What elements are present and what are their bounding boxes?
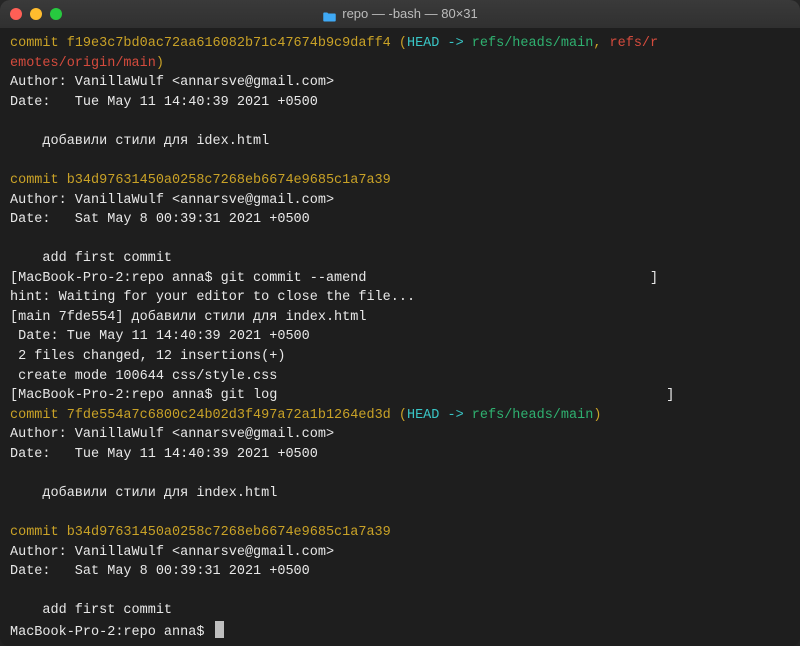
- cursor-block: [215, 621, 224, 638]
- prompt-bracket: ]: [650, 271, 658, 286]
- terminal-window: repo — -bash — 80×31 commit f19e3c7bd0ac…: [0, 0, 800, 646]
- branch-name: refs/heads/main: [472, 36, 594, 51]
- ref-sep: ,: [593, 36, 609, 51]
- zoom-icon[interactable]: [50, 8, 62, 20]
- shell-prompt: MacBook-Pro-2:repo anna$ git log: [18, 388, 277, 403]
- date-line: Date: Sat May 8 00:39:31 2021 +0500: [10, 564, 310, 579]
- head-label: HEAD ->: [407, 36, 472, 51]
- output-line: create mode 100644 css/style.css: [10, 369, 277, 384]
- commit-line: commit b34d97631450a0258c7268eb6674e9685…: [10, 173, 391, 188]
- remote-name: refs/r: [610, 36, 659, 51]
- traffic-lights: [10, 8, 62, 20]
- window-title-text: repo — -bash — 80×31: [342, 5, 478, 24]
- minimize-icon[interactable]: [30, 8, 42, 20]
- commit-line: commit f19e3c7bd0ac72aa616082b71c47674b9…: [10, 36, 391, 51]
- ref-close: ): [593, 408, 601, 423]
- terminal-body[interactable]: commit f19e3c7bd0ac72aa616082b71c47674b9…: [0, 28, 800, 646]
- shell-prompt: MacBook-Pro-2:repo anna$: [10, 625, 213, 640]
- author-line: Author: VanillaWulf <annarsve@gmail.com>: [10, 427, 334, 442]
- date-line: Date: Sat May 8 00:39:31 2021 +0500: [10, 212, 310, 227]
- output-line: Date: Tue May 11 14:40:39 2021 +0500: [10, 329, 310, 344]
- output-line: [main 7fde554] добавили стили для index.…: [10, 310, 366, 325]
- prompt-bracket: ]: [666, 388, 674, 403]
- titlebar: repo — -bash — 80×31: [0, 0, 800, 28]
- head-label: HEAD ->: [407, 408, 472, 423]
- folder-icon: [322, 9, 336, 20]
- shell-prompt: MacBook-Pro-2:repo anna$ git commit --am…: [18, 271, 366, 286]
- output-line: 2 files changed, 12 insertions(+): [10, 349, 285, 364]
- close-icon[interactable]: [10, 8, 22, 20]
- author-line: Author: VanillaWulf <annarsve@gmail.com>: [10, 545, 334, 560]
- author-line: Author: VanillaWulf <annarsve@gmail.com>: [10, 75, 334, 90]
- commit-message: add first commit: [10, 603, 172, 618]
- prompt-bracket: [: [10, 388, 18, 403]
- commit-message: добавили стили для index.html: [10, 486, 277, 501]
- window-title: repo — -bash — 80×31: [322, 5, 478, 24]
- ref-close: ): [156, 56, 164, 71]
- prompt-bracket: [: [10, 271, 18, 286]
- date-line: Date: Tue May 11 14:40:39 2021 +0500: [10, 95, 318, 110]
- remote-name: emotes/origin/main: [10, 56, 156, 71]
- commit-line: commit b34d97631450a0258c7268eb6674e9685…: [10, 525, 391, 540]
- commit-line: commit 7fde554a7c6800c24b02d3f497a72a1b1…: [10, 408, 391, 423]
- ref-open: (: [391, 408, 407, 423]
- author-line: Author: VanillaWulf <annarsve@gmail.com>: [10, 193, 334, 208]
- branch-name: refs/heads/main: [472, 408, 594, 423]
- ref-open: (: [391, 36, 407, 51]
- date-line: Date: Tue May 11 14:40:39 2021 +0500: [10, 447, 318, 462]
- commit-message: add first commit: [10, 251, 172, 266]
- commit-message: добавили стили для idex.html: [10, 134, 269, 149]
- hint-line: hint: Waiting for your editor to close t…: [10, 290, 415, 305]
